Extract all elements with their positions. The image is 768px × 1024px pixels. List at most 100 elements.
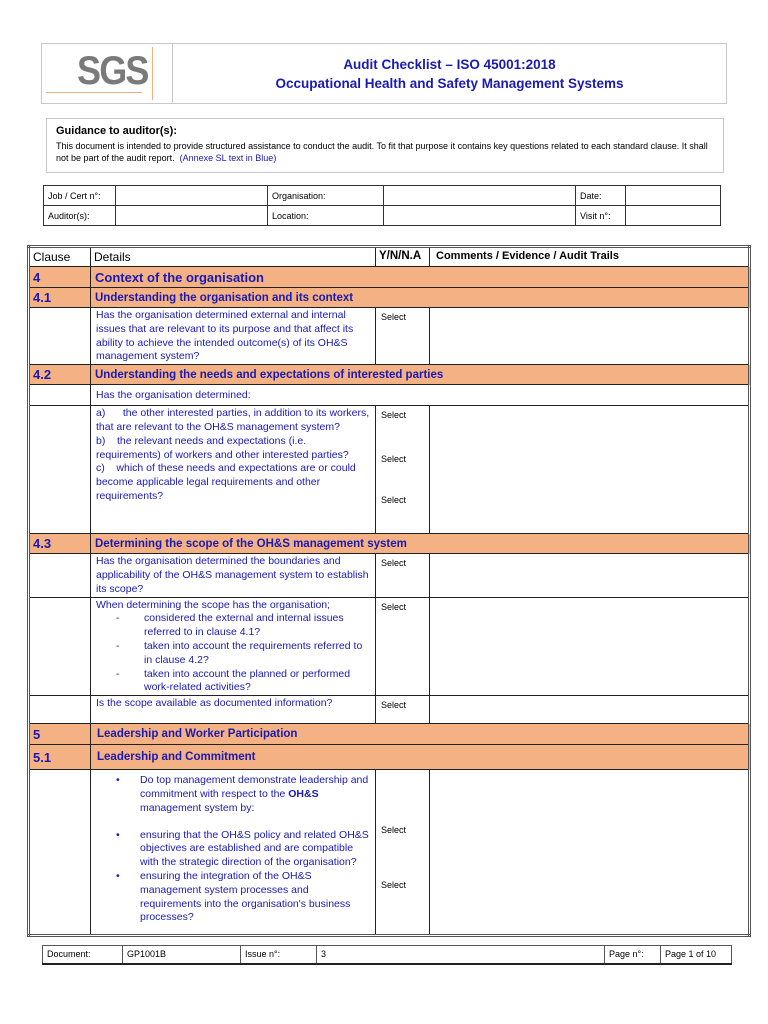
select-dropdown[interactable]: Select [381,557,424,570]
question-item-a: a) the other interested parties, in addi… [96,407,373,433]
intro-text-end: management system by: [140,801,255,814]
question-item-c: c) which of these needs and expectations… [96,462,359,502]
clause-number: 4.2 [28,364,91,386]
question-text: Has the organisation determined external… [90,306,376,366]
question-row: Do top management demonstrate leadership… [28,769,750,937]
auditors-label: Auditor(s): [43,205,116,226]
question-text: Has the organisation determined the boun… [90,553,376,598]
clause-cell [28,769,91,937]
question-row: Has the organisation determined external… [28,306,750,366]
intro-bold: OH&S [288,787,319,800]
table-header-row: Clause Details Y/N/N.A Comments / Eviden… [28,246,750,267]
comments-field[interactable] [429,306,750,366]
select-dropdown[interactable]: Select [381,311,424,324]
section-title: Leadership and Worker Participation [90,723,750,746]
select-dropdown-a[interactable]: Select [381,409,424,422]
select-dropdown-a[interactable]: Select [381,824,424,837]
comments-field[interactable] [429,553,750,598]
issue-value: 3 [316,945,605,964]
sgs-logo: SGS [42,44,173,103]
yn-select[interactable]: Select [375,596,430,697]
list-item: ensuring that the OH&S policy and relate… [116,829,370,870]
comments-field[interactable] [429,405,750,535]
list-item-intro: Do top management demonstrate leadership… [116,774,370,815]
logo-rule-vertical [152,47,153,100]
bullet-list: Do top management demonstrate leadership… [96,774,370,925]
date-field[interactable] [625,185,721,206]
section-title: Understanding the needs and expectations… [90,364,750,386]
intro-text: Do top management demonstrate leadership… [140,774,369,800]
guidance-note: (Annexe SL text in Blue) [179,153,277,163]
select-dropdown[interactable]: Select [381,601,424,614]
date-label: Date: [575,185,626,206]
clause-cell [28,384,91,407]
issue-label: Issue n°: [240,945,317,964]
question-text: When determining the scope has the organ… [90,596,376,697]
yn-select-group: Select Select [375,769,430,937]
list-item: ensuring the integration of the OH&S man… [116,870,370,925]
question-text: Is the scope available as documented inf… [90,695,376,725]
comments-field[interactable] [429,596,750,697]
clause-number: 4.1 [28,287,91,308]
guidance-box: Guidance to auditor(s): This document is… [46,118,724,173]
clause-cell [28,306,91,366]
section-title: Leadership and Commitment [90,744,750,771]
section-title: Context of the organisation [90,266,750,288]
section-row-5-1: 5.1 Leadership and Commitment [28,744,750,771]
document-title: Audit Checklist – ISO 45001:2018 Occupat… [173,44,726,103]
select-dropdown-b[interactable]: Select [381,879,424,892]
location-field[interactable] [383,205,576,226]
title-line-1: Audit Checklist – ISO 45001:2018 [343,56,556,72]
job-cert-field[interactable] [115,185,268,206]
clause-number: 4.3 [28,533,91,555]
clause-cell [28,553,91,598]
question-intro: Has the organisation determined: [90,384,750,407]
question-row: Has the organisation determined the boun… [28,553,750,598]
page-label: Page n°: [604,945,661,964]
checklist-table: Clause Details Y/N/N.A Comments / Eviden… [27,245,751,938]
question-item-b: b) the relevant needs and expectations (… [96,434,349,461]
clause-number: 5 [28,723,91,746]
select-dropdown[interactable]: Select [381,699,424,712]
yn-select[interactable]: Select [375,306,430,366]
list-item: taken into account the planned or perfor… [116,668,370,696]
section-row-4: 4 Context of the organisation [28,266,750,288]
comments-field[interactable] [429,695,750,725]
document-header: SGS Audit Checklist – ISO 45001:2018 Occ… [41,43,727,104]
list-item: considered the external and internal iss… [116,612,370,640]
auditors-field[interactable] [115,205,268,226]
col-yn: Y/N/N.A [375,246,430,267]
section-row-4-1: 4.1 Understanding the organisation and i… [28,287,750,308]
col-clause: Clause [28,246,91,267]
organisation-field[interactable] [383,185,576,206]
section-row-4-3: 4.3 Determining the scope of the OH&S ma… [28,533,750,555]
clause-number: 5.1 [28,744,91,771]
question-row: a) the other interested parties, in addi… [28,405,750,535]
question-intro: When determining the scope has the organ… [96,598,331,611]
yn-select[interactable]: Select [375,553,430,598]
dash-list: considered the external and internal iss… [96,612,370,695]
question-row: Has the organisation determined: [28,384,750,407]
col-details: Details [90,246,376,267]
location-label: Location: [267,205,384,226]
question-list: Do top management demonstrate leadership… [90,769,376,937]
select-dropdown-c[interactable]: Select [381,494,424,507]
select-dropdown-b[interactable]: Select [381,453,424,466]
document-value: GP1001B [122,945,241,964]
list-item: taken into account the requirements refe… [116,640,370,668]
page-value: Page 1 of 10 [660,945,732,964]
yn-select[interactable]: Select [375,695,430,725]
visit-label: Visit n°: [575,205,626,226]
col-comments: Comments / Evidence / Audit Trails [429,246,750,267]
job-cert-label: Job / Cert n°: [43,185,116,206]
question-row: Is the scope available as documented inf… [28,695,750,725]
clause-cell [28,596,91,697]
audit-info-table: Job / Cert n°: Organisation: Date: Audit… [43,185,721,226]
section-row-4-2: 4.2 Understanding the needs and expectat… [28,364,750,386]
question-list: a) the other interested parties, in addi… [90,405,376,535]
section-title: Determining the scope of the OH&S manage… [90,533,750,555]
comments-field[interactable] [429,769,750,937]
organisation-label: Organisation: [267,185,384,206]
visit-field[interactable] [625,205,721,226]
title-line-2: Occupational Health and Safety Managemen… [275,75,624,91]
